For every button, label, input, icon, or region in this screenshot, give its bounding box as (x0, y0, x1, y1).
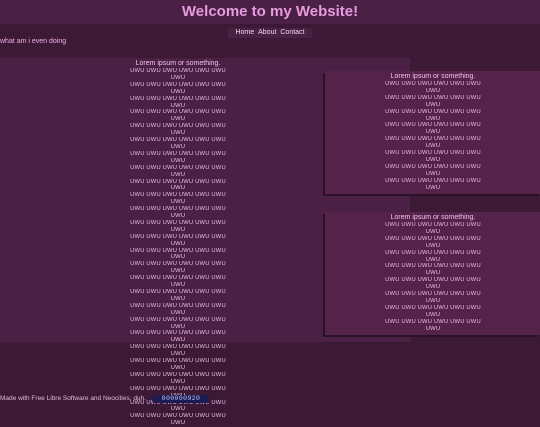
uwu-line: UWU UWU UWU UWU UWU UWU UWU (130, 137, 226, 150)
site-header: Welcome to my Website! (0, 0, 540, 24)
nav-link-about[interactable]: About (258, 29, 276, 36)
uwu-line: UWU UWU UWU UWU UWU UWU UWU (130, 275, 226, 289)
uwu-line: UWU UWU UWU UWU UWU UWU UWU (385, 222, 481, 235)
uwu-line: UWU UWU UWU UWU UWU UWU UWU (385, 177, 481, 191)
side-panel-top-rows: UWU UWU UWU UWU UWU UWU UWU UWU UWU UWU U… (383, 81, 483, 192)
main-content: Lorem ipsum or something. UWU UWU UWU UW… (128, 60, 228, 427)
side-panel-top-title: Lorem ipsum or something. (390, 73, 476, 80)
uwu-line: UWU UWU UWU UWU UWU UWU UWU (130, 330, 226, 344)
nav-link-home[interactable]: Home (235, 29, 254, 36)
nav-bar: Home About Contact (228, 28, 312, 38)
uwu-line: UWU UWU UWU UWU UWU UWU UWU (130, 371, 226, 385)
uwu-line: UWU UWU UWU UWU UWU UWU UWU (385, 108, 481, 122)
uwu-line: UWU UWU UWU UWU UWU UWU UWU (385, 136, 481, 150)
hit-counter: 000000920 (153, 395, 209, 403)
uwu-line: UWU UWU UWU UWU UWU UWU UWU (130, 81, 226, 95)
side-panel-bottom: Lorem ipsum or something. UWU UWU UWU UW… (325, 212, 540, 335)
main-panel-title: Lorem ipsum or something. (135, 60, 221, 67)
side-panel-top-content: Lorem ipsum or something. UWU UWU UWU UW… (383, 73, 483, 192)
uwu-line: UWU UWU UWU UWU UWU UWU UWU (130, 150, 226, 164)
tagline: what am i even doing (0, 38, 67, 45)
side-panel-bottom-title: Lorem ipsum or something. (390, 214, 476, 221)
uwu-line: UWU UWU UWU UWU UWU UWU UWU (130, 344, 226, 358)
uwu-line: UWU UWU UWU UWU UWU UWU UWU (130, 233, 226, 247)
uwu-line: UWU UWU UWU UWU UWU UWU UWU (130, 68, 226, 81)
uwu-line: UWU UWU UWU UWU UWU UWU UWU (385, 235, 481, 249)
uwu-line: UWU UWU UWU UWU UWU UWU UWU (130, 206, 226, 220)
uwu-line: UWU UWU UWU UWU UWU UWU UWU (130, 192, 226, 206)
uwu-line: UWU UWU UWU UWU UWU UWU UWU (385, 318, 481, 332)
uwu-line: UWU UWU UWU UWU UWU UWU UWU (130, 109, 226, 123)
uwu-line: UWU UWU UWU UWU UWU UWU UWU (130, 219, 226, 233)
side-panel-bottom-content: Lorem ipsum or something. UWU UWU UWU UW… (383, 214, 483, 333)
uwu-line: UWU UWU UWU UWU UWU UWU UWU (130, 289, 226, 302)
uwu-line: UWU UWU UWU UWU UWU UWU UWU (385, 81, 481, 94)
uwu-line: UWU UWU UWU UWU UWU UWU UWU (385, 263, 481, 277)
uwu-line: UWU UWU UWU UWU UWU UWU UWU (130, 316, 226, 330)
main-rows: UWU UWU UWU UWU UWU UWU UWU UWU UWU UWU U… (128, 68, 228, 427)
uwu-line: UWU UWU UWU UWU UWU UWU UWU (130, 302, 226, 316)
uwu-line: UWU UWU UWU UWU UWU UWU UWU (385, 304, 481, 318)
nav-link-contact[interactable]: Contact (280, 29, 304, 36)
uwu-line: UWU UWU UWU UWU UWU UWU UWU (130, 261, 226, 275)
uwu-line: UWU UWU UWU UWU UWU UWU UWU (130, 123, 226, 137)
uwu-line: UWU UWU UWU UWU UWU UWU UWU (385, 122, 481, 136)
footer-text: Made with Free Libre Software and Neocit… (0, 395, 146, 402)
uwu-line: UWU UWU UWU UWU UWU UWU UWU (385, 249, 481, 263)
page-title: Welcome to my Website! (181, 3, 359, 20)
uwu-line: UWU UWU UWU UWU UWU UWU UWU (385, 291, 481, 304)
side-panel-bottom-rows: UWU UWU UWU UWU UWU UWU UWU UWU UWU UWU U… (383, 222, 483, 333)
uwu-line: UWU UWU UWU UWU UWU UWU UWU (130, 164, 226, 178)
uwu-line: UWU UWU UWU UWU UWU UWU UWU (130, 247, 226, 261)
uwu-line: UWU UWU UWU UWU UWU UWU UWU (385, 163, 481, 177)
uwu-line: UWU UWU UWU UWU UWU UWU UWU (385, 277, 481, 291)
uwu-line: UWU UWU UWU UWU UWU UWU UWU (130, 95, 226, 109)
side-panel-top: Lorem ipsum or something. UWU UWU UWU UW… (325, 71, 540, 194)
uwu-line: UWU UWU UWU UWU UWU UWU UWU (385, 94, 481, 108)
uwu-line: UWU UWU UWU UWU UWU UWU UWU (130, 413, 226, 427)
uwu-line: UWU UWU UWU UWU UWU UWU UWU (130, 178, 226, 192)
uwu-line: UWU UWU UWU UWU UWU UWU UWU (130, 358, 226, 371)
uwu-line: UWU UWU UWU UWU UWU UWU UWU (385, 150, 481, 163)
